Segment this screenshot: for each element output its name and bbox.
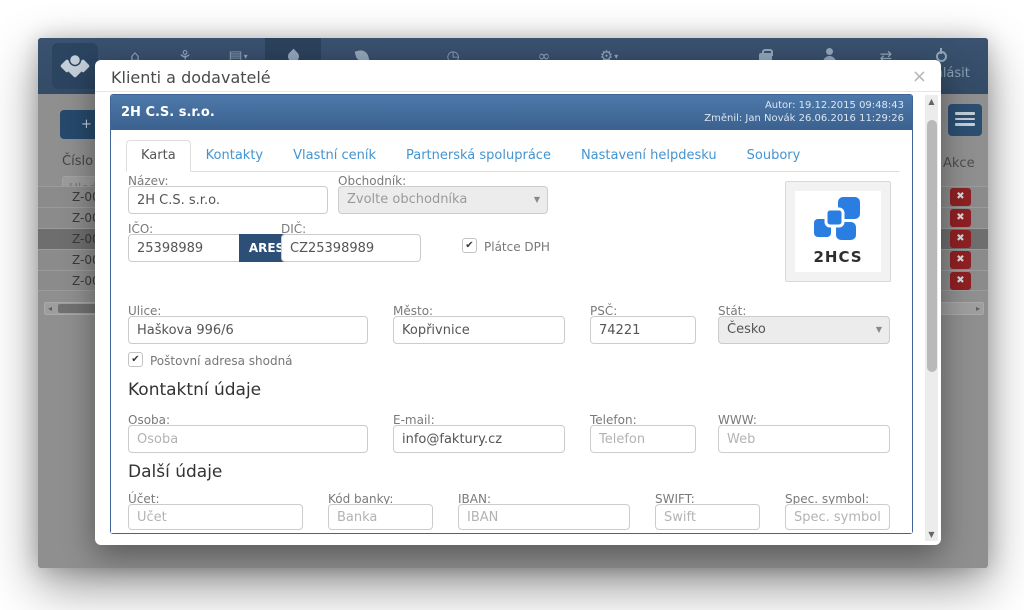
check-icon: ✔ [131, 354, 139, 365]
telefon-field[interactable] [590, 425, 696, 453]
www-field[interactable] [718, 425, 890, 453]
section-kontaktni-udaje: Kontaktní údaje [128, 380, 261, 400]
email-field[interactable] [393, 425, 565, 453]
clients-modal: Klienti a dodavatelé × 2H C.S. s.r.o. Au… [95, 60, 941, 545]
tab-soubory[interactable]: Soubory [732, 140, 816, 172]
delete-row-button[interactable]: ✖ [950, 251, 971, 269]
close-icon[interactable]: × [912, 66, 927, 87]
modal-scrollbar[interactable]: ▲ ▼ [925, 95, 938, 541]
changed-line: Změnil: Jan Novák 26.06.2016 11:29:26 [704, 112, 904, 125]
tab-partnerska-spoluprace[interactable]: Partnerská spolupráce [391, 140, 566, 172]
delete-row-button[interactable]: ✖ [950, 188, 971, 206]
osoba-field[interactable] [128, 425, 368, 453]
delete-row-button[interactable]: ✖ [950, 230, 971, 248]
section-dalsi-udaje: Další údaje [128, 462, 222, 482]
delete-row-button[interactable]: ✖ [950, 209, 971, 227]
swift-field[interactable] [655, 504, 760, 530]
mesto-field[interactable] [393, 316, 565, 344]
postovni-adresa-label: Poštovní adresa shodná [150, 354, 293, 368]
scrollbar-thumb[interactable] [927, 120, 937, 372]
stat-select[interactable]: Česko ▼ [718, 316, 890, 344]
client-logo: 2HCS [795, 191, 881, 272]
client-name-title: 2H C.S. s.r.o. [121, 105, 215, 120]
psc-field[interactable] [590, 316, 696, 344]
tab-vlastni-cenik[interactable]: Vlastní ceník [278, 140, 391, 172]
select-caret-icon: ▼ [876, 317, 882, 343]
menu-icon [955, 112, 975, 115]
scroll-down-icon[interactable]: ▼ [925, 530, 938, 539]
tab-bar: Karta Kontakty Vlastní ceník Partnerská … [126, 140, 899, 172]
tab-kontakty[interactable]: Kontakty [191, 140, 278, 172]
postovni-adresa-checkbox[interactable]: ✔ [128, 352, 143, 367]
spec-symbol-field[interactable] [785, 504, 890, 530]
client-panel: 2H C.S. s.r.o. Autor: 19.12.2015 09:48:4… [110, 94, 913, 534]
obchodnik-select[interactable]: Zvolte obchodníka ▼ [338, 186, 548, 214]
scroll-left-icon[interactable]: ◂ [48, 304, 52, 313]
author-line: Autor: 19.12.2015 09:48:43 [704, 99, 904, 112]
app-logo[interactable] [52, 43, 98, 89]
client-panel-body: Karta Kontakty Vlastní ceník Partnerská … [111, 130, 912, 533]
tab-karta[interactable]: Karta [126, 140, 191, 172]
check-icon: ✔ [465, 240, 473, 251]
select-caret-icon: ▼ [534, 187, 540, 213]
platce-dph-label: Plátce DPH [484, 240, 550, 254]
dic-field[interactable] [281, 234, 421, 262]
nazev-field[interactable] [128, 186, 328, 214]
scroll-up-icon[interactable]: ▲ [925, 97, 938, 106]
ico-field[interactable] [128, 234, 240, 262]
audit-info: Autor: 19.12.2015 09:48:43 Změnil: Jan N… [704, 99, 904, 125]
ulice-field[interactable] [128, 316, 368, 344]
ucet-field[interactable] [128, 504, 303, 530]
platce-dph-checkbox[interactable]: ✔ [462, 238, 477, 253]
client-panel-header: 2H C.S. s.r.o. Autor: 19.12.2015 09:48:4… [111, 95, 912, 130]
table-menu-button[interactable] [948, 104, 982, 136]
scroll-right-icon[interactable]: ▸ [976, 304, 980, 313]
client-logo-text: 2HCS [795, 248, 881, 266]
column-header-actions: Akce [943, 156, 975, 171]
iban-field[interactable] [458, 504, 630, 530]
2hcs-logo-icon [812, 197, 864, 243]
people-logo-icon [59, 52, 91, 80]
kod-banky-field[interactable] [328, 504, 433, 530]
modal-title: Klienti a dodavatelé [111, 68, 271, 87]
divider [95, 91, 941, 92]
client-logo-box: 2HCS [785, 181, 891, 282]
tab-nastaveni-helpdesku[interactable]: Nastavení helpdesku [566, 140, 732, 172]
delete-row-button[interactable]: ✖ [950, 272, 971, 290]
